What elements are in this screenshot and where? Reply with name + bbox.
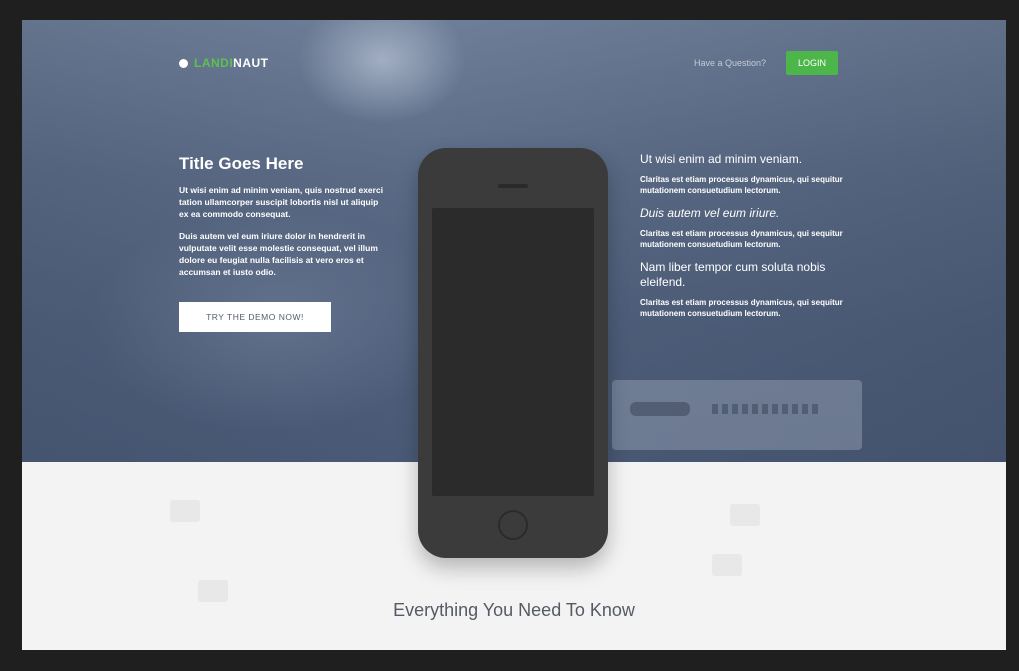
feature-heading: Duis autem vel eum iriure. bbox=[640, 206, 780, 220]
feature-text: Claritas est etiam processus dynamicus, … bbox=[640, 298, 843, 318]
feature-list: Ut wisi enim ad minim veniam. Claritas e… bbox=[640, 152, 860, 329]
smartphone-mockup bbox=[418, 148, 608, 558]
hero-left-column: Title Goes Here Ut wisi enim ad minim ve… bbox=[179, 154, 389, 332]
feature-item: Duis autem vel eum iriure. Claritas est … bbox=[640, 206, 860, 250]
background-device-blurred bbox=[612, 380, 862, 450]
hero-paragraph-2: Duis autem vel eum iriure dolor in hendr… bbox=[179, 231, 378, 277]
feature-placeholder-icon bbox=[198, 580, 228, 602]
logo-text: LANDINAUT bbox=[194, 56, 269, 70]
feature-placeholder-icon bbox=[170, 500, 200, 522]
feature-item: Ut wisi enim ad minim veniam. Claritas e… bbox=[640, 152, 860, 196]
login-button[interactable]: LOGIN bbox=[786, 51, 838, 75]
hero-paragraph-1: Ut wisi enim ad minim veniam, quis nostr… bbox=[179, 185, 384, 219]
phone-speaker bbox=[498, 184, 528, 188]
phone-screen bbox=[432, 208, 594, 496]
try-demo-button[interactable]: TRY THE DEMO NOW! bbox=[179, 302, 331, 332]
feature-placeholder-icon bbox=[712, 554, 742, 576]
phone-home-button bbox=[498, 510, 528, 540]
device-ports bbox=[712, 404, 822, 414]
landing-page-screenshot: LANDINAUT Have a Question? LOGIN Title G… bbox=[22, 20, 1006, 650]
logo-text-part2: NAUT bbox=[233, 56, 269, 70]
nav-question-link[interactable]: Have a Question? bbox=[694, 58, 766, 68]
feature-heading: Ut wisi enim ad minim veniam. bbox=[640, 152, 803, 166]
hero-title: Title Goes Here bbox=[179, 154, 304, 173]
feature-text: Claritas est etiam processus dynamicus, … bbox=[640, 229, 843, 249]
feature-placeholder-icon bbox=[730, 504, 760, 526]
brand-logo[interactable]: LANDINAUT bbox=[179, 56, 269, 70]
feature-text: Claritas est etiam processus dynamicus, … bbox=[640, 175, 843, 195]
feature-item: Nam liber tempor cum soluta nobis eleife… bbox=[640, 260, 860, 319]
section-title: Everything You Need To Know bbox=[393, 600, 635, 620]
device-slot bbox=[630, 402, 690, 416]
circle-logo-icon bbox=[179, 58, 188, 68]
feature-heading: Nam liber tempor cum soluta nobis eleife… bbox=[640, 260, 826, 289]
logo-text-part1: LANDI bbox=[194, 56, 234, 70]
